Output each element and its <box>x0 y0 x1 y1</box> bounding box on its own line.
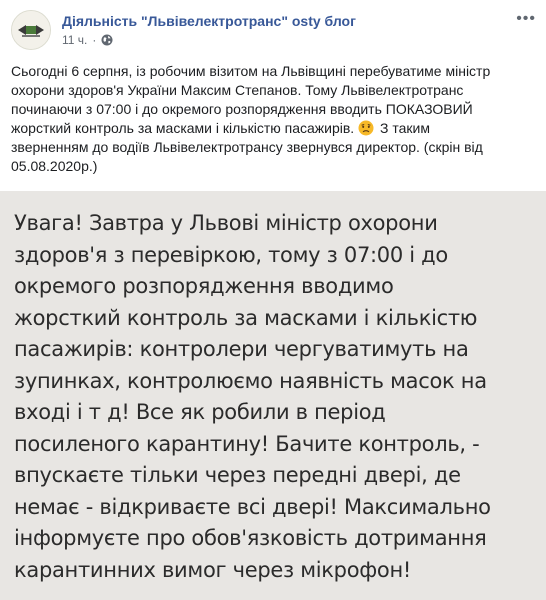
globe-icon[interactable] <box>101 34 113 46</box>
page-name-link[interactable]: Діяльність "Львівелектротранс" osty блог <box>62 13 356 29</box>
post-text: Сьогодні 6 серпня, із робочим візитом на… <box>11 62 511 176</box>
post-time[interactable]: 11 ч. <box>62 33 87 47</box>
more-options-icon[interactable]: ••• <box>516 11 536 27</box>
screenshot-message-text: Увага! Завтра у Львові міністр охорони з… <box>14 211 491 582</box>
page-avatar[interactable] <box>11 10 51 50</box>
meta-separator: · <box>92 33 97 47</box>
disappointed-face-icon <box>358 120 374 136</box>
tram-logo-icon <box>12 11 50 49</box>
attached-screenshot[interactable]: Увага! Завтра у Львові міністр охорони з… <box>0 191 546 600</box>
post-header: Діяльність "Львівелектротранс" osty блог… <box>11 8 536 52</box>
post-meta: 11 ч. · <box>62 33 113 47</box>
